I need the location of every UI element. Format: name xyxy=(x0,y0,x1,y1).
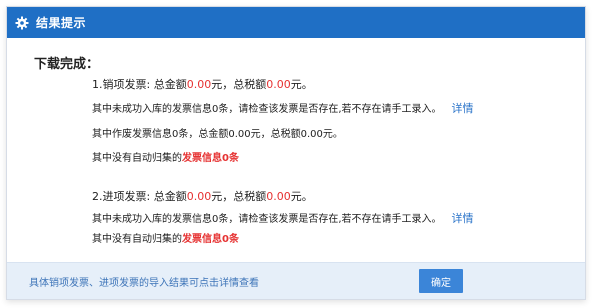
purchase-not-in-db: 其中未成功入库的发票信息0条，请检查该发票是否存在,若不存在请手工录入。 详情 xyxy=(92,210,474,226)
sales-label: 1.销项发票: 总金额 xyxy=(92,78,187,91)
purchase-tax: 0.00 xyxy=(266,190,291,203)
purchase-not-in-db-text: 其中未成功入库的发票信息0条，请检查该发票是否存在,若不存在请手工录入。 xyxy=(92,214,442,225)
result-dialog: 结果提示 下载完成： 1.销项发票: 总金额0.00元，总税额0.00元。 其中… xyxy=(6,6,586,300)
confirm-button[interactable]: 确定 xyxy=(419,269,463,293)
dialog-content: 下载完成： 1.销项发票: 总金额0.00元，总税额0.00元。 其中未成功入库… xyxy=(7,38,585,268)
gear-icon xyxy=(15,16,29,30)
dialog-title: 结果提示 xyxy=(36,16,87,30)
sales-amount: 0.00 xyxy=(186,78,212,91)
download-complete-heading: 下载完成： xyxy=(34,57,100,72)
sales-not-in-db: 其中未成功入库的发票信息0条，请检查该发票是否存在,若不存在请手工录入。 详情 xyxy=(92,100,474,116)
sales-not-in-db-text: 其中未成功入库的发票信息0条，请检查该发票是否存在,若不存在请手工录入。 xyxy=(92,104,442,115)
sales-yuan-end: 元。 xyxy=(290,78,313,91)
dialog-titlebar: 结果提示 xyxy=(7,7,585,38)
footer-note: 具体销项发票、进项发票的导入结果可点击详情查看 xyxy=(29,278,259,289)
sales-no-auto: 其中没有自动归集的发票信息0条 xyxy=(92,149,239,164)
purchase-yuan-end: 元。 xyxy=(290,190,313,203)
purchase-label: 2.进项发票: 总金额 xyxy=(92,190,187,203)
sales-no-auto-value: 发票信息0条 xyxy=(182,153,239,164)
purchase-no-auto: 其中没有自动归集的发票信息0条 xyxy=(92,230,239,245)
sales-detail-link[interactable]: 详情 xyxy=(452,102,474,115)
purchase-no-auto-value: 发票信息0条 xyxy=(182,234,239,245)
purchase-amount: 0.00 xyxy=(186,190,212,203)
dialog-footer: 具体销项发票、进项发票的导入结果可点击详情查看 确定 xyxy=(7,262,585,299)
purchase-detail-link[interactable]: 详情 xyxy=(452,212,474,225)
purchase-summary: 2.进项发票: 总金额0.00元，总税额0.00元。 xyxy=(92,188,313,204)
purchase-no-auto-prefix: 其中没有自动归集的 xyxy=(92,234,182,245)
sales-no-auto-prefix: 其中没有自动归集的 xyxy=(92,153,182,164)
purchase-yuan-text: 元，总税额 xyxy=(211,190,267,203)
sales-voided-text: 其中作废发票信息0条，总金额0.00元，总税额0.00元。 xyxy=(92,129,343,140)
sales-yuan-text: 元，总税额 xyxy=(211,78,267,91)
sales-summary: 1.销项发票: 总金额0.00元，总税额0.00元。 xyxy=(92,76,313,92)
sales-tax: 0.00 xyxy=(266,78,291,91)
